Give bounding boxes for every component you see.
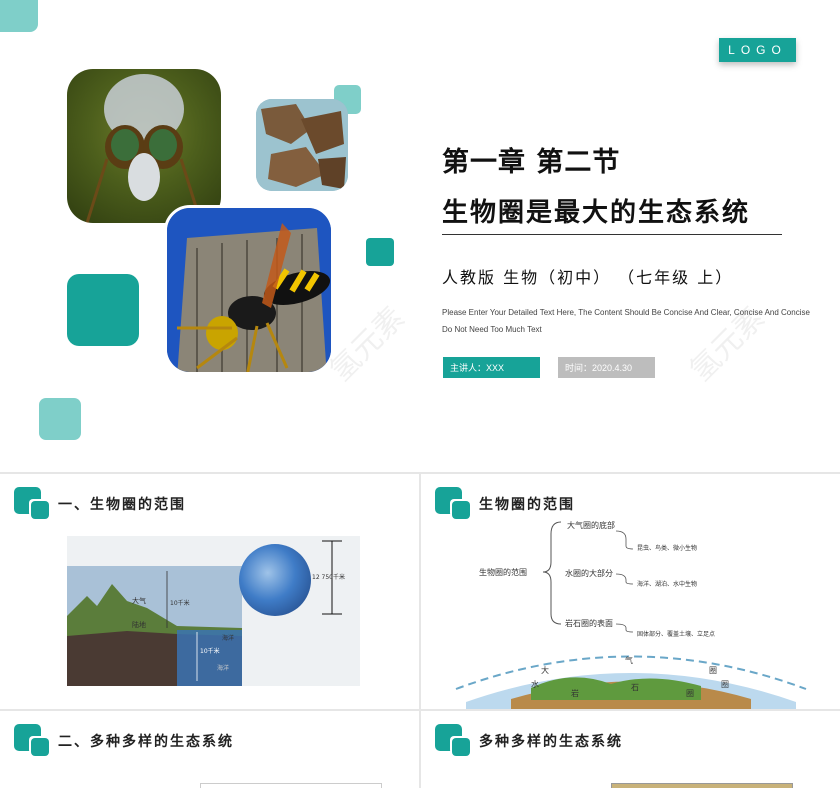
label-atmosphere: 大气 bbox=[132, 597, 146, 605]
branch-detail: 海洋、湖泊、水中生物 bbox=[637, 581, 698, 588]
arc-label: 石 bbox=[631, 683, 639, 692]
arc-label: 气 bbox=[625, 656, 633, 665]
corner-decor-square bbox=[0, 0, 38, 32]
biosphere-cross-section-figure: 大气 10千米 陆地 海洋 10千米 海洋 12 750千米 bbox=[67, 536, 360, 686]
arc-label: 圈 bbox=[709, 666, 717, 675]
label-up-distance: 10千米 bbox=[170, 600, 190, 607]
branch-detail: 昆虫、鸟类、微小生物 bbox=[637, 545, 698, 552]
speaker-badge: 主讲人：XXX bbox=[443, 357, 540, 378]
logo-badge: LOGO bbox=[719, 38, 796, 62]
slide-biosphere-diagram: 生物圈的范围 生物圈的范围 大气圈的底部 昆虫、鸟类、微小生物 水圈的大部分 海… bbox=[421, 474, 840, 709]
decor-square bbox=[366, 238, 394, 266]
lesson-title: 生物圈是最大的生态系统 bbox=[442, 198, 751, 228]
edition-label: 人教版 生物（初中） （七年级 上） bbox=[442, 268, 734, 287]
decor-square bbox=[39, 398, 81, 440]
branch-detail: 固体部分、覆盖土壤、立足点 bbox=[637, 631, 716, 638]
label-down-distance: 10千米 bbox=[200, 648, 220, 655]
date-badge: 时间：2020.4.30 bbox=[558, 357, 655, 378]
slide-biosphere-range: 一、生物圈的范围 大气 10千米 陆地 海洋 10千米 海洋 12 750千米 bbox=[0, 474, 419, 709]
label-earth-radius: 12 750千米 bbox=[312, 574, 345, 581]
branch-label: 水圈的大部分 bbox=[565, 569, 613, 578]
leaves-photo bbox=[256, 99, 348, 191]
slide-ecosystems: 多种多样的生态系统 bbox=[421, 711, 840, 788]
arc-label: 圈 bbox=[721, 680, 729, 689]
arc-label: 水 bbox=[531, 680, 539, 689]
section-icon bbox=[452, 738, 470, 756]
diagram-root: 生物圈的范围 bbox=[479, 568, 527, 577]
title-slide: LOGO 第一章 第二节 生物圈是最大的生态系统 人教版 生物（初中） （七年级… bbox=[0, 0, 840, 472]
fly-photo bbox=[67, 69, 221, 223]
branch-label: 大气圈的底部 bbox=[567, 521, 615, 530]
section-icon bbox=[31, 738, 49, 756]
arc-label: 大 bbox=[541, 666, 549, 675]
slide-title: 多种多样的生态系统 bbox=[479, 734, 623, 750]
brace-diagram-lines bbox=[455, 521, 807, 709]
label-land: 陆地 bbox=[132, 621, 146, 629]
arc-label: 岩 bbox=[571, 689, 579, 698]
label-ocean: 海洋 bbox=[217, 665, 230, 672]
branch-label: 岩石圈的表面 bbox=[565, 619, 613, 628]
slide-ecosystems-intro: 二、多种多样的生态系统 bbox=[0, 711, 419, 788]
slide-title: 二、多种多样的生态系统 bbox=[58, 734, 234, 750]
arc-label: 圈 bbox=[686, 689, 694, 698]
slide-title: 一、生物圈的范围 bbox=[58, 497, 186, 513]
content-frame bbox=[200, 783, 382, 788]
wasp-photo bbox=[164, 205, 334, 375]
chapter-title: 第一章 第二节 bbox=[442, 147, 621, 178]
section-icon bbox=[31, 501, 49, 519]
earth-globe bbox=[239, 544, 311, 616]
label-sea: 海洋 bbox=[222, 635, 235, 642]
content-image-edge bbox=[611, 783, 793, 788]
decor-square-large bbox=[67, 274, 139, 346]
title-divider bbox=[442, 234, 782, 235]
